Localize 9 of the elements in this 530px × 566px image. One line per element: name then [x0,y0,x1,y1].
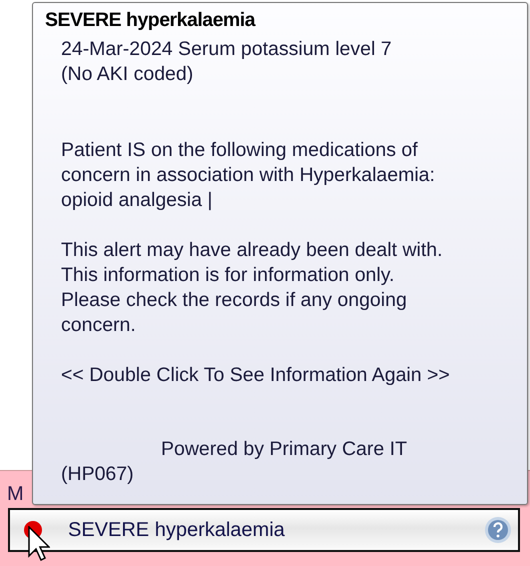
tooltip-title: SEVERE hyperkalaemia [45,8,256,33]
alert-code: (HP067) [61,462,134,487]
help-icon[interactable] [484,516,512,544]
tooltip-text: 24-Mar-2024 Serum potassium level 7 (No AKI coded) [61,37,392,87]
tooltip-text: << Double Click To See Information Again >> [61,363,450,388]
powered-by-text: Powered by Primary Care IT [161,437,407,462]
tooltip-text: Patient IS on the following medications of concern in association with Hyperkalaemia: opioid analgesia | [61,138,435,213]
tooltip-text: This alert may have already been dealt with. This information is for information only. Please check the records if any ongoing concern. [61,238,443,338]
panel-label: M [7,483,24,507]
